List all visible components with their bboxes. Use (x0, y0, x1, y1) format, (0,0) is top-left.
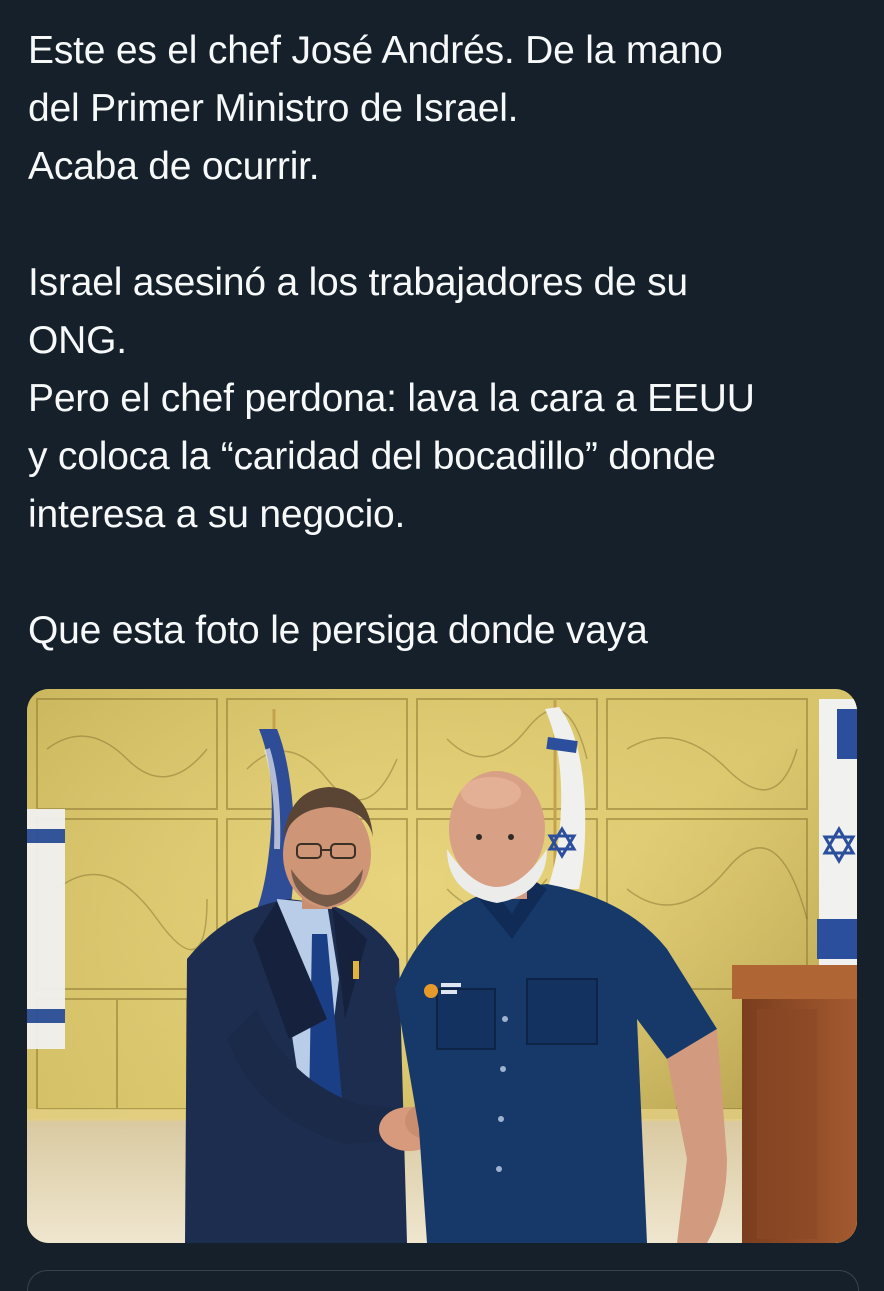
photo-illustration (27, 689, 857, 1243)
tweet-text-line: interesa a su negocio. (28, 493, 406, 536)
tweet-text-line: Israel asesinó a los trabajadores de su (28, 261, 688, 304)
tweet-text-line: Que esta foto le persiga donde vaya (28, 609, 648, 652)
tweet-text-line: del Primer Ministro de Israel. (28, 87, 519, 130)
tweet-text-line: Este es el chef José Andrés. De la mano (28, 29, 723, 72)
tweet-text: Este es el chef José Andrés. De la mano … (28, 22, 868, 660)
tweet-photo[interactable] (27, 689, 857, 1243)
podium (732, 965, 857, 1243)
quoted-card-edge (27, 1270, 859, 1291)
tweet-text-line: ONG. (28, 319, 127, 362)
tweet-text-line: Acaba de ocurrir. (28, 145, 320, 188)
tweet-text-line: y coloca la “caridad del bocadillo” dond… (28, 435, 716, 478)
tweet-text-spacer (28, 544, 868, 602)
flag-left (27, 809, 65, 1049)
tweet-text-line: Pero el chef perdona: lava la cara a EEU… (28, 377, 755, 420)
tweet-text-spacer (28, 196, 868, 254)
